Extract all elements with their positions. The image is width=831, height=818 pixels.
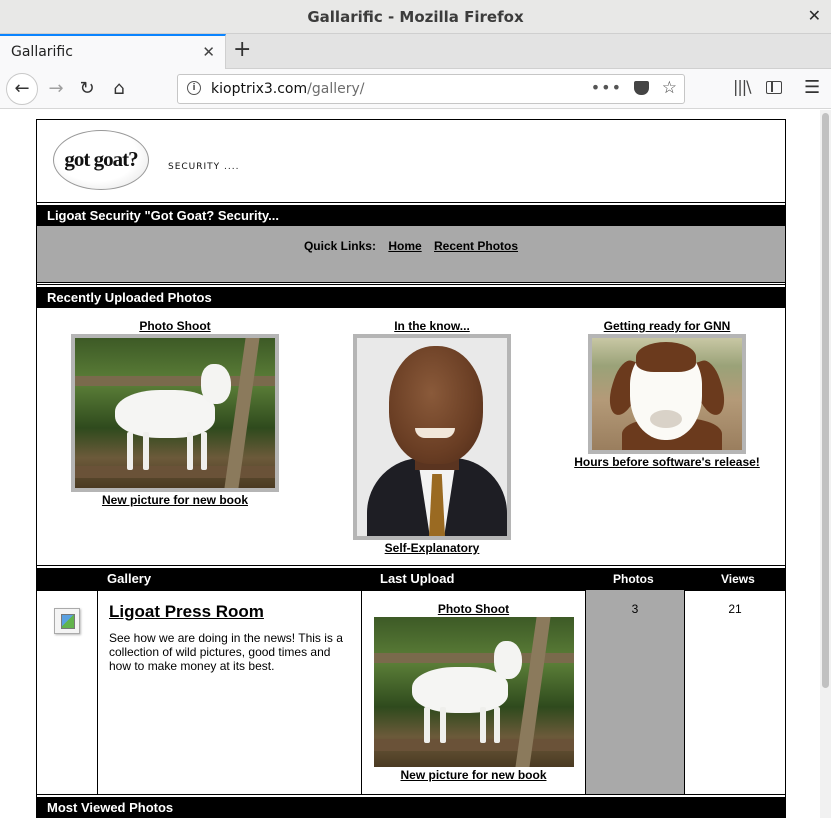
tab-gallarific[interactable]: Gallarific ✕	[0, 34, 226, 69]
gallery-image-icon[interactable]	[54, 608, 80, 634]
site-banner: Ligoat Security "Got Goat? Security...	[36, 202, 786, 226]
goat-photo[interactable]	[71, 334, 279, 492]
recent-photos: Photo Shoot New picture for new book In …	[37, 308, 785, 563]
scrollbar-thumb[interactable]	[822, 113, 829, 688]
recent-photo-item: Photo Shoot New picture for new book	[71, 319, 279, 507]
url-path: /gallery/	[307, 81, 365, 97]
photo-title-link[interactable]: Getting ready for GNN	[571, 319, 763, 333]
url-host: kioptrix3.com	[211, 81, 308, 97]
quick-link-recent-photos[interactable]: Recent Photos	[434, 239, 518, 253]
quick-link-home[interactable]: Home	[388, 239, 421, 253]
recent-photo-item: Getting ready for GNN Hours before softw…	[571, 319, 763, 469]
library-icon[interactable]: |||\	[733, 77, 752, 96]
back-arrow-icon[interactable]: ←	[6, 73, 38, 105]
photo-caption-link[interactable]: New picture for new book	[71, 493, 279, 507]
url-text[interactable]: kioptrix3.com/gallery/	[211, 81, 364, 97]
sidebar-icon[interactable]	[766, 81, 782, 94]
views-count: 21	[728, 602, 742, 616]
page-scrollbar[interactable]	[820, 110, 831, 818]
last-upload-caption-link[interactable]: New picture for new book	[362, 768, 585, 782]
column-header-last-upload: Last Upload	[380, 571, 455, 586]
table-row: Ligoat Press Room See how we are doing i…	[37, 590, 785, 795]
recent-photo-item: In the know... Self-Explanatory	[353, 319, 511, 555]
site-header: got goat? SECURITY ....	[37, 120, 785, 202]
column-header-photos: Photos	[613, 572, 654, 586]
new-tab-icon[interactable]: +	[233, 37, 251, 62]
address-bar[interactable]: i kioptrix3.com/gallery/ ••• ☆	[177, 74, 685, 104]
gallery-title-link[interactable]: Ligoat Press Room	[109, 602, 264, 622]
photo-caption-link[interactable]: Hours before software's release!	[571, 455, 763, 469]
gallery-icon-cell	[37, 590, 98, 795]
gallery-page: got goat? SECURITY .... Ligoat Security …	[36, 119, 786, 818]
reload-icon[interactable]: ↻	[72, 75, 102, 103]
views-count-cell: 21	[685, 590, 785, 795]
photo-title-link[interactable]: In the know...	[353, 319, 511, 333]
tab-title: Gallarific	[11, 44, 73, 60]
hamburger-menu-icon[interactable]: ☰	[804, 77, 820, 98]
gallery-info-cell: Ligoat Press Room See how we are doing i…	[98, 590, 362, 795]
recent-photos-heading: Recently Uploaded Photos	[36, 284, 786, 308]
gallery-table-header: Gallery Last Upload Photos Views	[36, 565, 786, 591]
page-actions-icon[interactable]: •••	[591, 78, 622, 97]
tab-close-icon[interactable]: ✕	[202, 43, 215, 61]
quick-links-label: Quick Links:	[303, 239, 376, 253]
site-info-icon[interactable]: i	[187, 81, 201, 95]
home-icon[interactable]: ⌂	[104, 75, 134, 103]
pocket-icon[interactable]	[634, 81, 649, 95]
got-goat-logo: got goat?	[53, 130, 149, 190]
last-upload-cell: Photo Shoot New picture for new book	[362, 590, 586, 795]
photos-count-cell: 3	[586, 590, 685, 795]
window-close-icon[interactable]: ✕	[808, 6, 821, 25]
quick-links: Quick Links: Home Recent Photos	[37, 226, 785, 283]
forward-arrow-icon[interactable]: →	[41, 75, 71, 103]
most-viewed-heading: Most Viewed Photos	[36, 794, 786, 818]
tab-strip: Gallarific ✕ +	[0, 34, 831, 69]
window-titlebar: Gallarific - Mozilla Firefox ✕	[0, 0, 831, 34]
gallery-description: See how we are doing in the news! This i…	[109, 631, 343, 673]
bookmark-star-icon[interactable]: ☆	[662, 78, 677, 98]
navigation-toolbar: ← → ↻ ⌂ i kioptrix3.com/gallery/ ••• ☆ |…	[0, 69, 831, 109]
column-header-gallery: Gallery	[107, 571, 152, 586]
column-header-views: Views	[721, 572, 755, 586]
window-title: Gallarific - Mozilla Firefox	[307, 8, 524, 26]
goat-photo[interactable]	[373, 617, 574, 767]
site-tagline: SECURITY ....	[168, 162, 240, 172]
brown-goat-photo[interactable]	[588, 334, 746, 454]
last-upload-title-link[interactable]: Photo Shoot	[362, 602, 585, 616]
page-viewport: got goat? SECURITY .... Ligoat Security …	[0, 110, 820, 818]
photo-title-link[interactable]: Photo Shoot	[71, 319, 279, 333]
man-portrait-photo[interactable]	[353, 334, 511, 540]
photo-caption-link[interactable]: Self-Explanatory	[353, 541, 511, 555]
photos-count: 3	[631, 602, 639, 616]
